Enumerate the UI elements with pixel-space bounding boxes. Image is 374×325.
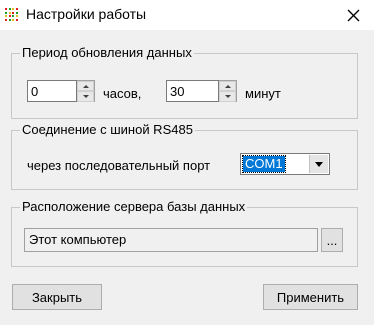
icon-dot bbox=[15, 18, 18, 21]
minutes-up-button[interactable] bbox=[219, 81, 236, 91]
close-window-button[interactable] bbox=[338, 2, 368, 28]
minutes-input[interactable] bbox=[166, 80, 219, 102]
icon-dot bbox=[8, 8, 11, 10]
minutes-down-button[interactable] bbox=[219, 91, 236, 102]
icon-dot bbox=[8, 11, 11, 14]
icon-dot bbox=[5, 18, 7, 21]
icon-dot bbox=[15, 15, 18, 17]
title-bar: Настройки работы bbox=[0, 0, 374, 30]
icon-dot bbox=[12, 18, 14, 21]
hours-up-button[interactable] bbox=[77, 81, 94, 91]
hours-down-button[interactable] bbox=[77, 91, 94, 102]
icon-dot bbox=[15, 11, 18, 14]
period-group-legend: Период обновления данных bbox=[20, 45, 194, 60]
port-select[interactable]: COM1 bbox=[240, 153, 330, 175]
port-selected-value: COM1 bbox=[242, 155, 286, 173]
arrow-down-icon bbox=[224, 95, 231, 98]
icon-dot bbox=[5, 8, 7, 10]
icon-dot bbox=[15, 8, 18, 10]
apply-button[interactable]: Применить bbox=[263, 284, 358, 310]
browse-button[interactable]: ... bbox=[321, 228, 343, 252]
window-title: Настройки работы bbox=[26, 6, 147, 22]
icon-dot bbox=[8, 18, 11, 21]
minutes-spinner[interactable] bbox=[219, 80, 237, 102]
hours-input[interactable] bbox=[27, 80, 77, 102]
arrow-up-icon bbox=[82, 84, 89, 88]
hours-spinner[interactable] bbox=[77, 80, 95, 102]
arrow-up-icon bbox=[224, 84, 231, 88]
minutes-label: минут bbox=[245, 86, 281, 101]
chevron-down-icon bbox=[315, 161, 323, 167]
icon-dot bbox=[12, 11, 14, 14]
arrow-down-icon bbox=[82, 95, 89, 98]
close-button[interactable]: Закрыть bbox=[12, 284, 102, 310]
connection-group-legend: Соединение с шиной RS485 bbox=[20, 122, 195, 137]
icon-dot bbox=[5, 11, 7, 14]
server-location-field[interactable]: Этот компьютер bbox=[24, 228, 318, 252]
close-icon bbox=[347, 9, 359, 21]
server-group-legend: Расположение сервера базы данных bbox=[20, 199, 248, 214]
icon-dot bbox=[5, 15, 7, 17]
port-label: через последовательный порт bbox=[27, 158, 211, 173]
dropdown-button[interactable] bbox=[309, 155, 328, 173]
hours-label: часов, bbox=[103, 86, 142, 101]
icon-dot bbox=[12, 8, 14, 10]
icon-dot bbox=[12, 15, 14, 17]
app-grid-icon bbox=[5, 8, 19, 22]
icon-dot bbox=[8, 15, 11, 17]
